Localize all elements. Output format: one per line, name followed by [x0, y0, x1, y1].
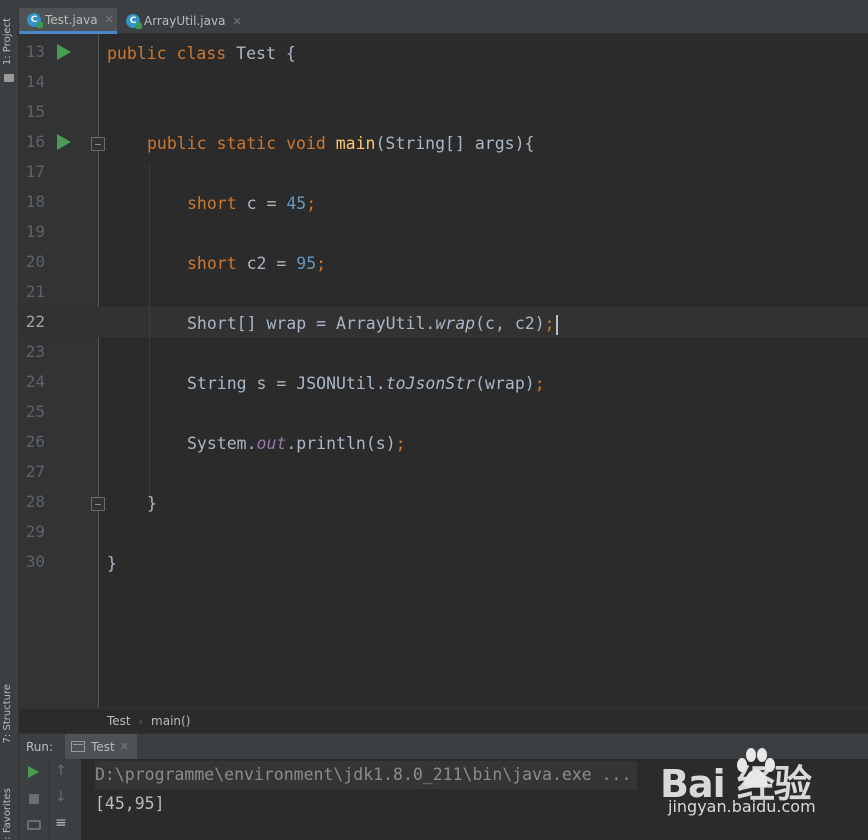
project-tool-button[interactable]: 1: Project: [2, 18, 13, 65]
class-icon: C: [27, 12, 43, 28]
line-number: 17: [25, 162, 45, 181]
line-number: 14: [25, 72, 45, 91]
rerun-icon[interactable]: [28, 766, 39, 778]
run-main-icon[interactable]: [57, 134, 71, 150]
line-number: 16: [25, 132, 45, 151]
run-label: Run:: [26, 739, 54, 754]
line-number: 23: [25, 342, 45, 361]
line-number: 26: [25, 432, 45, 451]
line-number-current: 22: [25, 312, 45, 331]
tab-label: ArrayUtil.java: [144, 14, 226, 28]
down-arrow-icon[interactable]: ↓: [55, 789, 67, 805]
soft-wrap-icon[interactable]: ≡: [55, 815, 67, 831]
editor-gutter: 13 14 15 16 17 18 19 20 21 22 23 24 25 2…: [19, 34, 105, 708]
favorites-tool-button[interactable]: 2: Favorites: [2, 788, 13, 840]
left-tool-strip: 1: Project 7: Structure 2: Favorites: [0, 8, 19, 840]
run-tab-test[interactable]: Test ✕: [65, 733, 137, 760]
line-number: 30: [25, 552, 45, 571]
tab-label: Test.java: [45, 12, 98, 27]
breadcrumb-separator: ›: [138, 714, 144, 728]
line-number: 27: [25, 462, 45, 481]
watermark-url: jingyan.baidu.com: [668, 797, 816, 816]
console-icon: [71, 741, 86, 752]
baidu-jingyan-watermark: Bai 经验 jingyan.baidu.com: [660, 745, 860, 825]
code-line-16: public static void main(String[] args){: [147, 134, 535, 153]
run-toolbar: ↑ ↓ ≡: [19, 759, 81, 840]
code-line-20: short c2 = 95;: [187, 254, 327, 273]
title-strip: [0, 0, 868, 8]
breadcrumb-item-main[interactable]: main(): [151, 714, 190, 728]
console-command-line: D:\programme\environment\jdk1.8.0_211\bi…: [95, 761, 638, 789]
line-number: 18: [25, 192, 45, 211]
stop-icon[interactable]: [29, 794, 39, 804]
breadcrumb: Test › main(): [19, 708, 868, 733]
tab-test-java[interactable]: C Test.java ✕: [19, 8, 117, 34]
class-icon: C: [126, 14, 142, 29]
code-line-18: short c = 45;: [187, 194, 317, 213]
run-class-icon[interactable]: [57, 44, 71, 60]
close-icon[interactable]: ✕: [232, 15, 241, 28]
fold-icon[interactable]: [91, 137, 105, 151]
code-editor[interactable]: 13 14 15 16 17 18 19 20 21 22 23 24 25 2…: [19, 34, 868, 708]
breadcrumb-item-test[interactable]: Test: [107, 714, 131, 728]
fold-icon[interactable]: [91, 497, 105, 511]
line-number: 19: [25, 222, 45, 241]
line-number: 24: [25, 372, 45, 391]
run-tab-label: Test: [91, 739, 115, 754]
camera-icon[interactable]: [27, 820, 41, 830]
code-line-13: public class Test {: [107, 44, 296, 63]
folder-icon: [4, 74, 14, 82]
up-arrow-icon[interactable]: ↑: [55, 763, 67, 779]
indent-guide: [149, 164, 150, 504]
code-line-24: String s = JSONUtil.toJsonStr(wrap);: [187, 374, 545, 393]
console-output: [45,95]: [95, 794, 165, 813]
text-cursor: [555, 314, 558, 335]
code-line-26: System.out.println(s);: [187, 434, 406, 453]
line-number: 13: [25, 42, 45, 61]
line-number: 29: [25, 522, 45, 541]
editor-tab-bar: C Test.java ✕ C ArrayUtil.java ✕: [19, 8, 868, 34]
tab-arrayutil-java[interactable]: C ArrayUtil.java ✕: [118, 8, 248, 34]
code-line-30: }: [107, 554, 117, 573]
line-number: 28: [25, 492, 45, 511]
code-line-28: }: [147, 494, 157, 513]
line-number: 25: [25, 402, 45, 421]
structure-tool-button[interactable]: 7: Structure: [2, 684, 13, 743]
code-line-22: Short[] wrap = ArrayUtil.wrap(c, c2);: [187, 309, 558, 339]
close-icon[interactable]: ✕: [120, 740, 129, 753]
close-icon[interactable]: ✕: [105, 13, 114, 26]
line-number: 21: [25, 282, 45, 301]
line-number: 20: [25, 252, 45, 271]
line-number: 15: [25, 102, 45, 121]
